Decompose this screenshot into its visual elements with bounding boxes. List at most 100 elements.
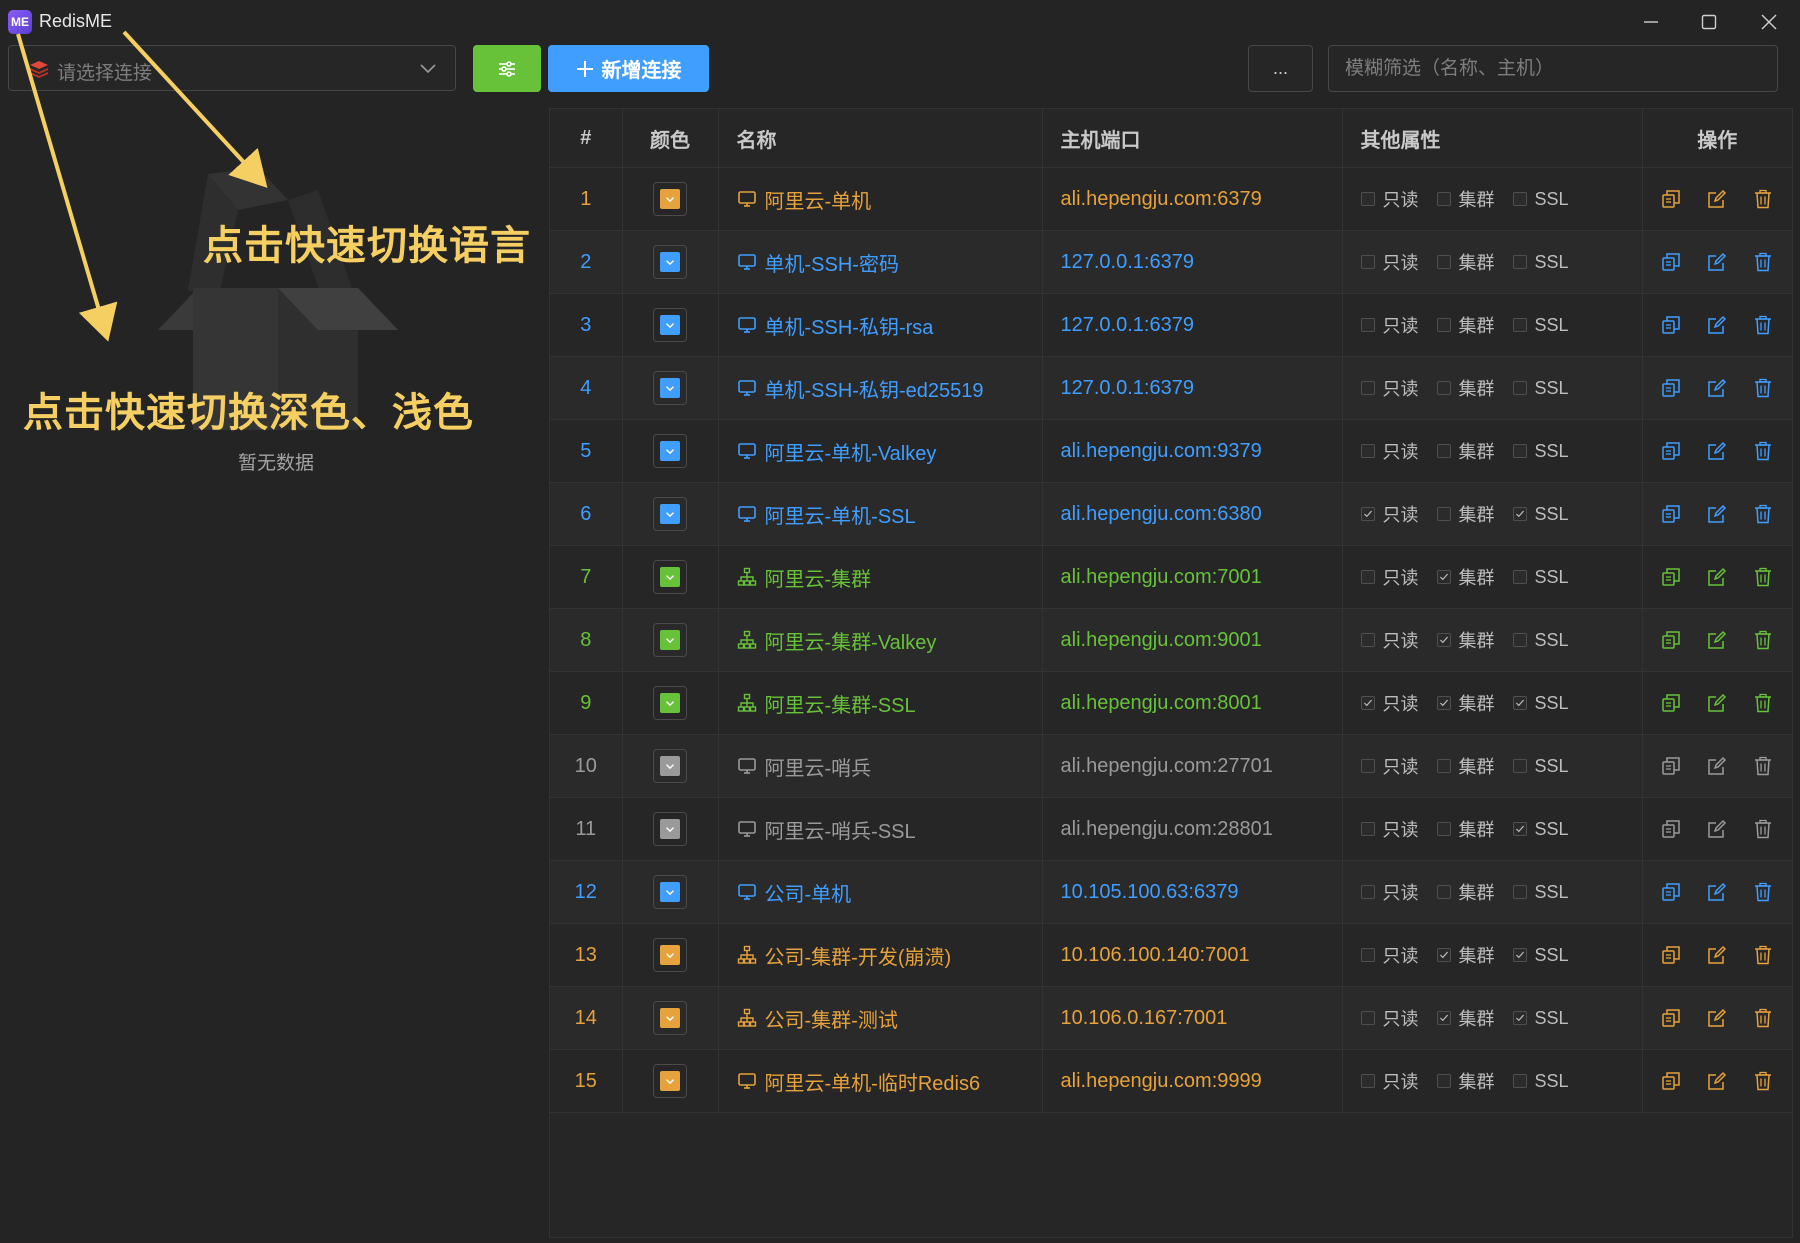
readonly-checkbox[interactable]: 只读 [1360,438,1419,464]
ssl-checkbox[interactable]: SSL [1512,882,1569,903]
edit-button[interactable] [1707,252,1727,272]
row-name-cell[interactable]: 阿里云-集群 [718,545,1043,609]
copy-button[interactable] [1661,630,1681,650]
readonly-checkbox[interactable]: 只读 [1360,249,1419,275]
connection-select[interactable]: 请选择连接 [8,45,456,91]
readonly-checkbox[interactable]: 只读 [1360,564,1419,590]
connection-name[interactable]: 阿里云-集群-Valkey [737,626,1042,655]
copy-button[interactable] [1661,378,1681,398]
cluster-checkbox-box[interactable] [1436,192,1451,206]
ssl-checkbox-box[interactable] [1512,1011,1527,1025]
cluster-checkbox-box[interactable] [1436,822,1451,836]
connection-name[interactable]: 单机-SSH-私钥-ed25519 [737,374,1042,403]
readonly-checkbox-box[interactable] [1360,570,1375,584]
connection-name[interactable]: 阿里云-集群 [737,563,1042,592]
readonly-checkbox-box[interactable] [1360,444,1375,458]
cluster-checkbox[interactable]: 集群 [1436,312,1495,338]
row-name-cell[interactable]: 单机-SSH-私钥-rsa [718,293,1043,357]
ssl-checkbox-box[interactable] [1512,948,1527,962]
ssl-checkbox-box[interactable] [1512,1074,1527,1088]
ssl-checkbox[interactable]: SSL [1512,945,1569,966]
maximize-button[interactable] [1687,6,1731,38]
ssl-checkbox-box[interactable] [1512,570,1527,584]
copy-button[interactable] [1661,567,1681,587]
settings-button[interactable] [473,45,541,92]
delete-button[interactable] [1753,945,1773,965]
ssl-checkbox-box[interactable] [1512,822,1527,836]
delete-button[interactable] [1753,756,1773,776]
ssl-checkbox-box[interactable] [1512,759,1527,773]
cluster-checkbox[interactable]: 集群 [1436,375,1495,401]
row-name-cell[interactable]: 单机-SSH-密码 [718,230,1043,294]
color-picker[interactable] [653,686,687,720]
cluster-checkbox-box[interactable] [1436,507,1451,521]
row-name-cell[interactable]: 阿里云-哨兵 [718,734,1043,798]
cluster-checkbox[interactable]: 集群 [1436,879,1495,905]
cluster-checkbox-box[interactable] [1436,381,1451,395]
edit-button[interactable] [1707,1008,1727,1028]
edit-button[interactable] [1707,1071,1727,1091]
color-picker[interactable] [653,875,687,909]
readonly-checkbox[interactable]: 只读 [1360,501,1419,527]
readonly-checkbox[interactable]: 只读 [1360,312,1419,338]
cluster-checkbox[interactable]: 集群 [1436,249,1495,275]
connection-name[interactable]: 阿里云-单机-临时Redis6 [737,1067,1042,1096]
cluster-checkbox[interactable]: 集群 [1436,186,1495,212]
readonly-checkbox[interactable]: 只读 [1360,1068,1419,1094]
row-name-cell[interactable]: 阿里云-哨兵-SSL [718,797,1043,861]
new-connection-button[interactable]: 新增连接 [548,45,709,92]
connection-name[interactable]: 阿里云-单机-SSL [737,500,1042,529]
ssl-checkbox[interactable]: SSL [1512,567,1569,588]
ssl-checkbox[interactable]: SSL [1512,630,1569,651]
cluster-checkbox-box[interactable] [1436,759,1451,773]
color-picker[interactable] [653,371,687,405]
row-name-cell[interactable]: 单机-SSH-私钥-ed25519 [718,356,1043,420]
ssl-checkbox-box[interactable] [1512,192,1527,206]
readonly-checkbox[interactable]: 只读 [1360,1005,1419,1031]
color-picker[interactable] [653,308,687,342]
row-name-cell[interactable]: 公司-单机 [718,860,1043,924]
delete-button[interactable] [1753,567,1773,587]
cluster-checkbox-box[interactable] [1436,1011,1451,1025]
readonly-checkbox-box[interactable] [1360,948,1375,962]
edit-button[interactable] [1707,189,1727,209]
readonly-checkbox[interactable]: 只读 [1360,690,1419,716]
color-picker[interactable] [653,560,687,594]
readonly-checkbox-box[interactable] [1360,696,1375,710]
close-button[interactable] [1747,6,1791,38]
ssl-checkbox-box[interactable] [1512,318,1527,332]
edit-button[interactable] [1707,315,1727,335]
cluster-checkbox[interactable]: 集群 [1436,564,1495,590]
copy-button[interactable] [1661,252,1681,272]
copy-button[interactable] [1661,315,1681,335]
color-picker[interactable] [653,749,687,783]
more-button[interactable]: ... [1248,45,1313,92]
cluster-checkbox[interactable]: 集群 [1436,627,1495,653]
readonly-checkbox[interactable]: 只读 [1360,942,1419,968]
edit-button[interactable] [1707,504,1727,524]
readonly-checkbox[interactable]: 只读 [1360,186,1419,212]
edit-button[interactable] [1707,756,1727,776]
copy-button[interactable] [1661,189,1681,209]
cluster-checkbox-box[interactable] [1436,318,1451,332]
cluster-checkbox[interactable]: 集群 [1436,501,1495,527]
edit-button[interactable] [1707,441,1727,461]
row-name-cell[interactable]: 公司-集群-测试 [718,986,1043,1050]
copy-button[interactable] [1661,693,1681,713]
copy-button[interactable] [1661,756,1681,776]
connection-name[interactable]: 公司-集群-开发(崩溃) [737,941,1042,970]
connection-name[interactable]: 阿里云-单机 [737,185,1042,214]
readonly-checkbox-box[interactable] [1360,318,1375,332]
edit-button[interactable] [1707,630,1727,650]
connection-name[interactable]: 单机-SSH-密码 [737,248,1042,277]
cluster-checkbox-box[interactable] [1436,885,1451,899]
connection-name[interactable]: 阿里云-哨兵 [737,752,1042,781]
cluster-checkbox-box[interactable] [1436,696,1451,710]
row-name-cell[interactable]: 阿里云-单机-SSL [718,482,1043,546]
cluster-checkbox[interactable]: 集群 [1436,690,1495,716]
row-name-cell[interactable]: 阿里云-单机-临时Redis6 [718,1049,1043,1113]
ssl-checkbox-box[interactable] [1512,633,1527,647]
ssl-checkbox-box[interactable] [1512,444,1527,458]
readonly-checkbox[interactable]: 只读 [1360,627,1419,653]
cluster-checkbox-box[interactable] [1436,1074,1451,1088]
